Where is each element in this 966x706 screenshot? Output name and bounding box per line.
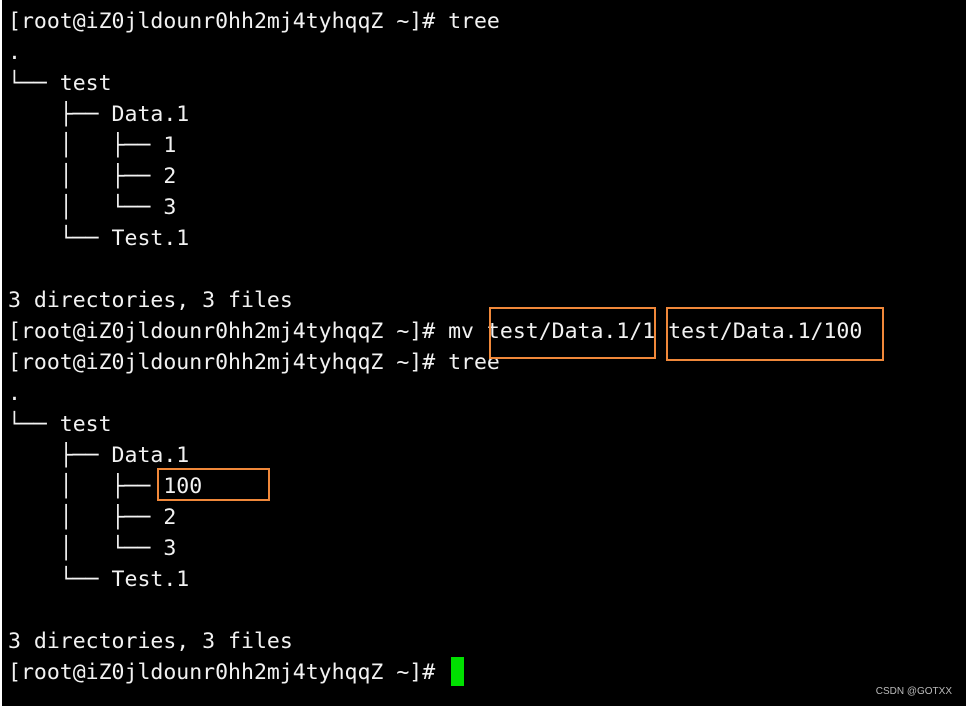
terminal-line: └── test bbox=[8, 412, 112, 437]
terminal-line: [root@iZ0jldounr0hh2mj4tyhqqZ ~]# tree bbox=[8, 9, 500, 34]
terminal-cursor bbox=[451, 657, 464, 686]
highlight-destination-path bbox=[666, 307, 884, 361]
terminal-line: ├── Data.1 bbox=[8, 443, 190, 468]
terminal-line: │ ├── 1 bbox=[8, 133, 177, 158]
terminal-line: │ └── 3 bbox=[8, 536, 177, 561]
terminal-line: │ ├── 2 bbox=[8, 164, 177, 189]
terminal-line: . bbox=[8, 40, 21, 65]
terminal-line: └── test bbox=[8, 71, 112, 96]
terminal-line: │ ├── 100 bbox=[8, 474, 203, 499]
watermark: CSDN @GOTXX bbox=[875, 686, 952, 697]
terminal-line: [root@iZ0jldounr0hh2mj4tyhqqZ ~]# bbox=[8, 660, 449, 685]
terminal-line: │ ├── 2 bbox=[8, 505, 177, 530]
terminal-line: 3 directories, 3 files bbox=[8, 629, 293, 654]
terminal-window[interactable]: [root@iZ0jldounr0hh2mj4tyhqqZ ~]# tree. └… bbox=[2, 0, 966, 706]
highlight-source-path bbox=[489, 307, 656, 359]
terminal-line: └── Test.1 bbox=[8, 567, 190, 592]
highlight-renamed-file bbox=[157, 468, 270, 501]
terminal-line: . bbox=[8, 381, 21, 406]
terminal-line: ├── Data.1 bbox=[8, 102, 190, 127]
terminal-line: │ └── 3 bbox=[8, 195, 177, 220]
terminal-line: └── Test.1 bbox=[8, 226, 190, 251]
